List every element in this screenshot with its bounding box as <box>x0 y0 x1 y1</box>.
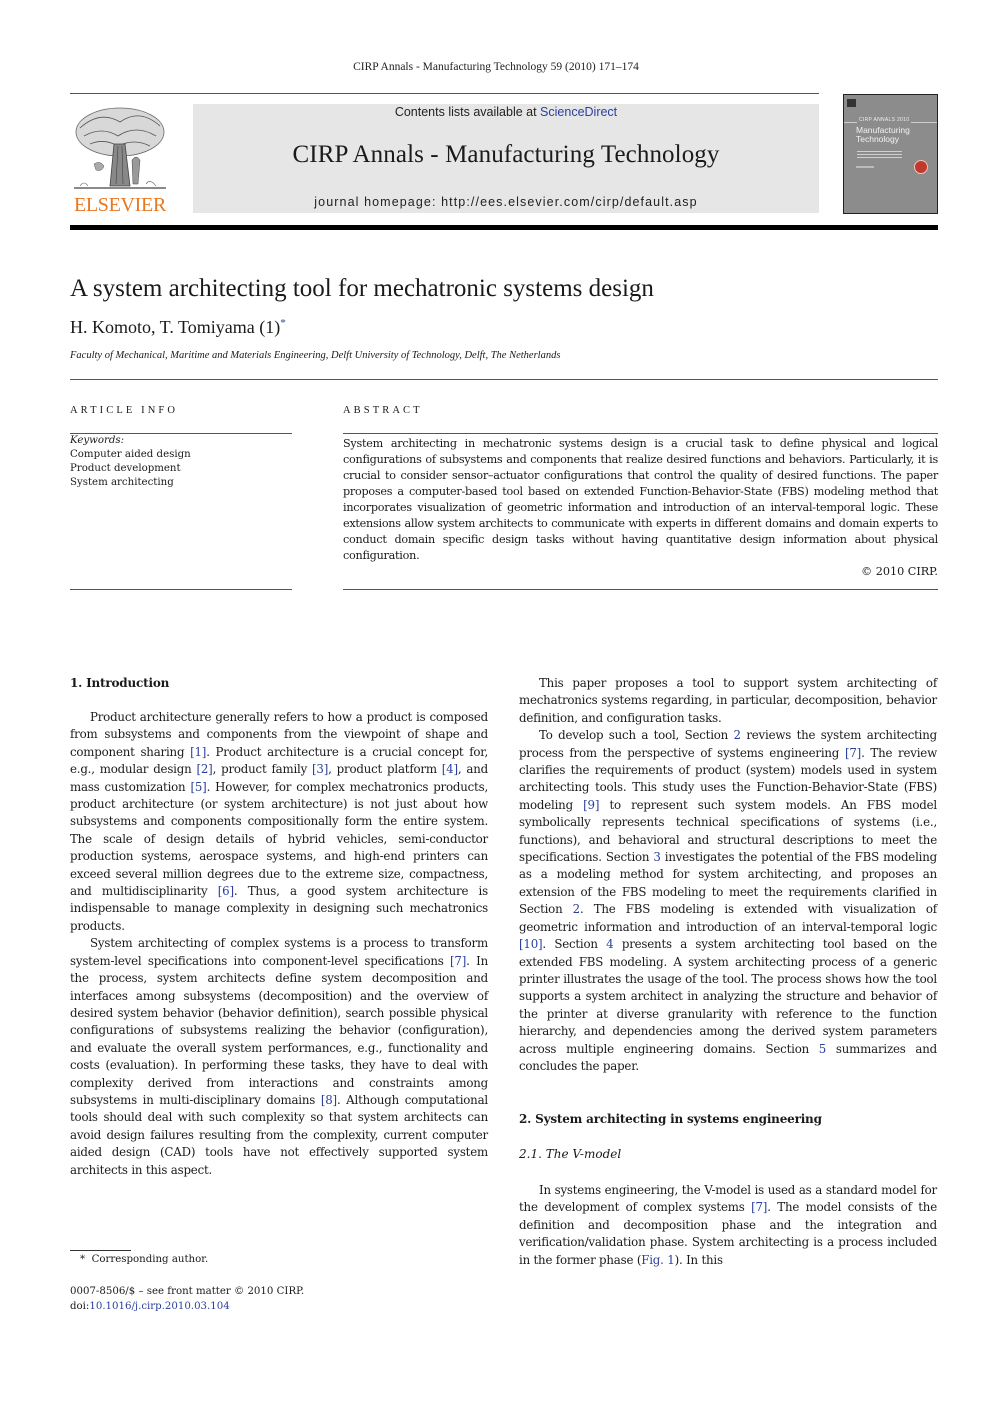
header-thick-rule <box>70 225 938 230</box>
contents-available-line: Contents lists available at ScienceDirec… <box>193 105 819 119</box>
abstract-copyright: © 2010 CIRP. <box>861 565 938 578</box>
reference-link[interactable]: [5] <box>190 780 206 794</box>
keywords-label: Keywords: <box>70 435 125 446</box>
right-column: This paper proposes a tool to support sy… <box>519 675 937 1075</box>
cover-text-lines <box>857 151 902 160</box>
cover-title-line2: Technology <box>856 134 900 144</box>
footnote-mark: * <box>80 1254 86 1265</box>
reference-link[interactable]: [7] <box>845 746 861 760</box>
section-heading-system-architecting: 2. System architecting in systems engine… <box>519 1112 822 1126</box>
cover-label: CIRP ANNALS 2010 <box>857 117 912 123</box>
cover-publisher-icon <box>847 99 856 107</box>
reference-link[interactable]: [7] <box>751 1200 767 1214</box>
doi-link[interactable]: 10.1016/j.cirp.2010.03.104 <box>89 1301 229 1312</box>
keyword-item: Product development <box>70 463 181 474</box>
reference-link[interactable]: 2 <box>734 728 742 742</box>
reference-link[interactable]: [3] <box>312 762 328 776</box>
abstract-text: System architecting in mechatronic syste… <box>343 437 938 562</box>
abstract-rule-top <box>343 433 938 434</box>
header-rule <box>70 93 819 94</box>
reference-link[interactable]: 2 <box>573 902 581 916</box>
front-matter: 0007-8506/$ – see front matter © 2010 CI… <box>70 1284 304 1314</box>
paragraph: This paper proposes a tool to support sy… <box>519 676 937 725</box>
contents-prefix: Contents lists available at <box>394 105 541 119</box>
journal-title: CIRP Annals - Manufacturing Technology <box>292 141 720 168</box>
keyword-item: Computer aided design <box>70 449 191 460</box>
article-info-rule-bottom <box>70 589 292 590</box>
journal-homepage-link[interactable]: journal homepage: http://ees.elsevier.co… <box>193 195 819 209</box>
section-heading-introduction: 1. Introduction <box>70 676 170 690</box>
reference-link[interactable]: 3 <box>653 850 661 864</box>
journal-cover-thumbnail[interactable]: CIRP ANNALS 2010 Manufacturing Technology <box>843 94 938 214</box>
title-block-rule <box>70 379 938 380</box>
footnote: * Corresponding author. <box>80 1254 208 1265</box>
paragraph: In systems engineering, the V-model is u… <box>519 1183 937 1267</box>
reference-link[interactable]: [4] <box>442 762 458 776</box>
running-header-citation: CIRP Annals - Manufacturing Technology 5… <box>353 61 639 73</box>
journal-banner: Contents lists available at ScienceDirec… <box>193 104 819 213</box>
elsevier-logo[interactable]: ELSEVIER <box>70 104 170 216</box>
abstract-label: ABSTRACT <box>343 405 423 416</box>
reference-link[interactable]: [7] <box>450 954 466 968</box>
paragraph: System architecting of complex systems i… <box>70 936 488 1177</box>
reference-link[interactable]: [8] <box>321 1093 337 1107</box>
paragraph: To develop such a tool, Section 2 review… <box>519 728 937 1073</box>
keywords-block: Keywords: Computer aided design Product … <box>70 434 191 490</box>
keyword-item: System architecting <box>70 477 174 488</box>
elsevier-wordmark: ELSEVIER <box>73 194 167 216</box>
abstract-rule-bottom <box>343 589 938 590</box>
cover-title: Manufacturing Technology <box>856 126 910 144</box>
corresponding-author-mark[interactable]: * <box>280 317 286 329</box>
reference-link[interactable]: [9] <box>583 798 599 812</box>
sciencedirect-link[interactable]: ScienceDirect <box>540 105 617 119</box>
issn-copyright: 0007-8506/$ – see front matter © 2010 CI… <box>70 1286 305 1297</box>
tree-icon <box>74 107 166 189</box>
author-names: H. Komoto, T. Tomiyama (1) <box>70 317 281 337</box>
footnote-text: Corresponding author. <box>91 1254 209 1265</box>
doi-line: doi:10.1016/j.cirp.2010.03.104 <box>70 1299 304 1314</box>
author-affiliation: Faculty of Mechanical, Maritime and Mate… <box>70 350 561 361</box>
reference-link[interactable]: Fig. 1 <box>641 1253 675 1267</box>
subsection-heading-v-model: 2.1. The V-model <box>519 1147 622 1161</box>
doi-prefix: doi: <box>70 1301 90 1312</box>
reference-link[interactable]: 4 <box>606 937 614 951</box>
paragraph: Product architecture generally refers to… <box>70 710 489 933</box>
article-authors: H. Komoto, T. Tomiyama (1)* <box>70 317 286 338</box>
article-info-label: ARTICLE INFO <box>70 405 179 416</box>
footnote-rule <box>70 1250 131 1251</box>
reference-link[interactable]: [2] <box>196 762 212 776</box>
cover-volume-mark <box>856 166 874 168</box>
reference-link[interactable]: [10] <box>519 937 543 951</box>
reference-link[interactable]: [6] <box>218 884 234 898</box>
reference-link[interactable]: [1] <box>190 745 206 759</box>
article-title: A system architecting tool for mechatron… <box>70 275 654 302</box>
right-column-continued: In systems engineering, the V-model is u… <box>519 1182 937 1269</box>
cirp-seal-icon <box>914 160 928 174</box>
reference-link[interactable]: 5 <box>819 1042 827 1056</box>
left-column: Product architecture generally refers to… <box>70 709 488 1179</box>
